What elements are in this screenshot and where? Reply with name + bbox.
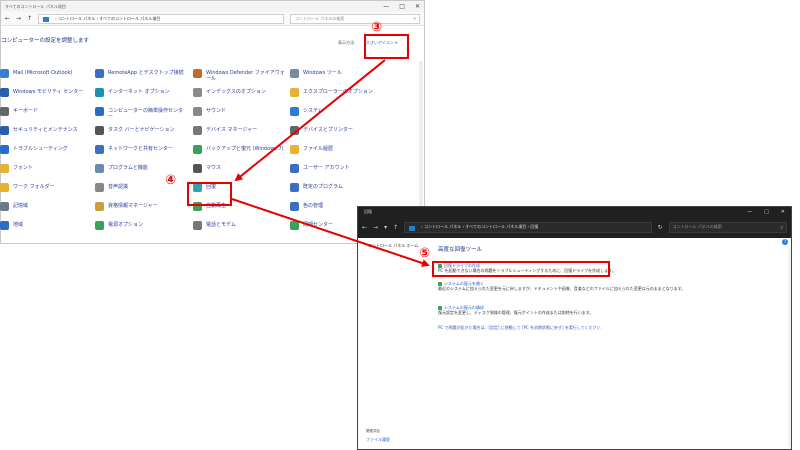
annotation-arrows — [231, 59, 430, 267]
arrow-step3-to-step4 — [234, 59, 386, 182]
arrow-step4-to-step5 — [231, 198, 430, 267]
screenshot-stage: すべてのコントロール パネル項目 — □ ✕ ← → ↑ › コントロール パネ… — [0, 0, 800, 450]
